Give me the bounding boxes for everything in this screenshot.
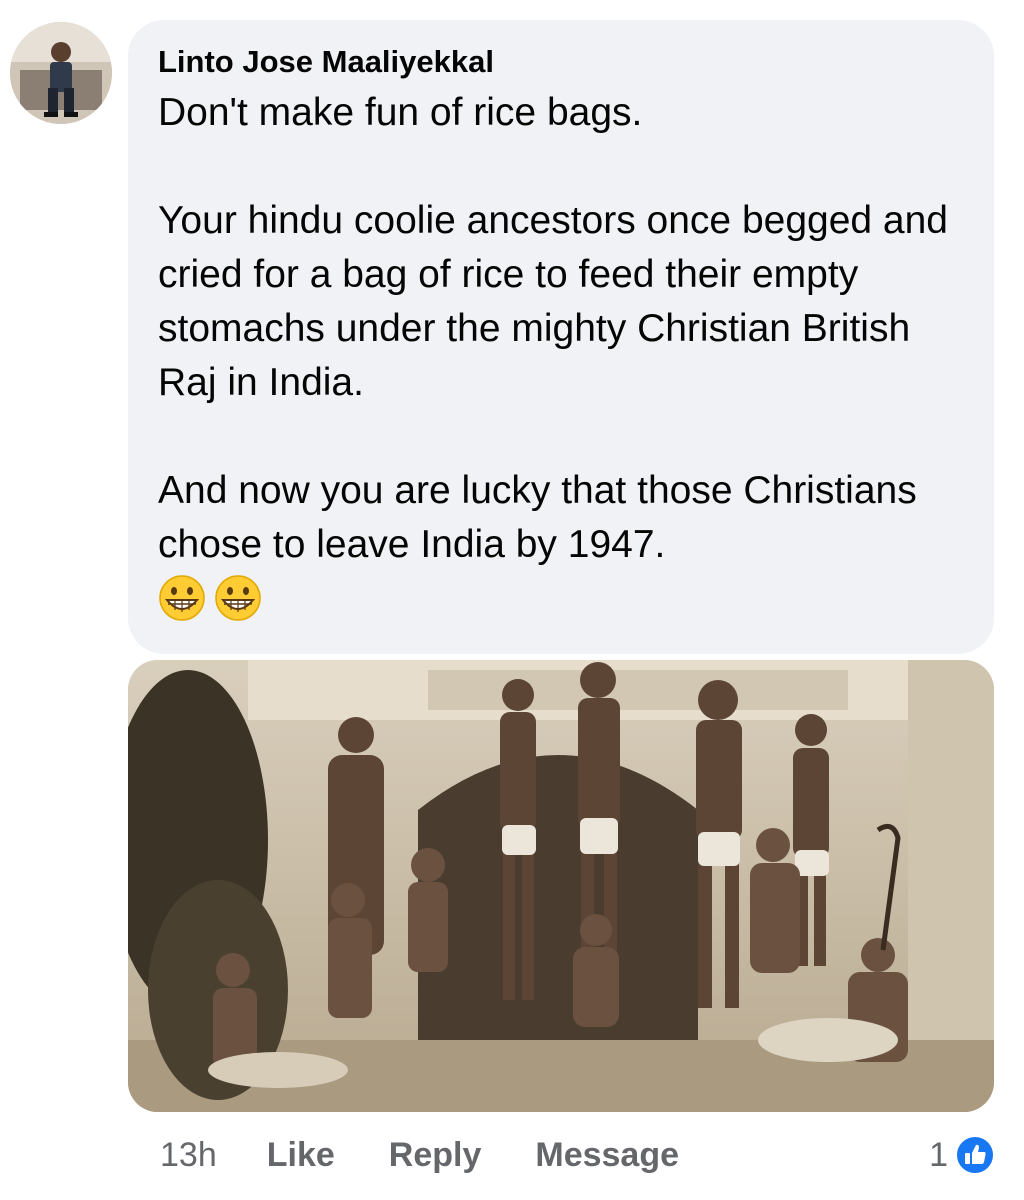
message-button[interactable]: Message (535, 1136, 679, 1175)
comment-author[interactable]: Linto Jose Maaliyekkal (158, 42, 964, 82)
attached-photo[interactable] (128, 660, 994, 1112)
avatar[interactable] (10, 22, 112, 124)
reaction-count: 1 (929, 1135, 948, 1174)
comment-paragraph: Your hindu coolie ancestors once begged … (158, 199, 948, 404)
comment-actions: 13h Like Reply Message (160, 1130, 733, 1180)
reply-button[interactable]: Reply (389, 1136, 482, 1175)
comment-paragraph: And now you are lucky that those Christi… (158, 469, 917, 566)
timestamp[interactable]: 13h (160, 1136, 217, 1175)
comment-page: Linto Jose Maaliyekkal Don't make fun of… (0, 0, 1024, 1200)
comment-bubble: Linto Jose Maaliyekkal Don't make fun of… (128, 20, 994, 654)
like-icon (954, 1134, 996, 1176)
comment-text: Don't make fun of rice bags. Your hindu … (158, 86, 964, 572)
grinning-face-emoji (214, 574, 262, 622)
comment-paragraph: Don't make fun of rice bags. (158, 91, 643, 134)
emoji-row (158, 574, 964, 622)
like-button[interactable]: Like (267, 1136, 335, 1175)
grinning-face-emoji (158, 574, 206, 622)
reaction-summary[interactable]: 1 (929, 1130, 996, 1180)
